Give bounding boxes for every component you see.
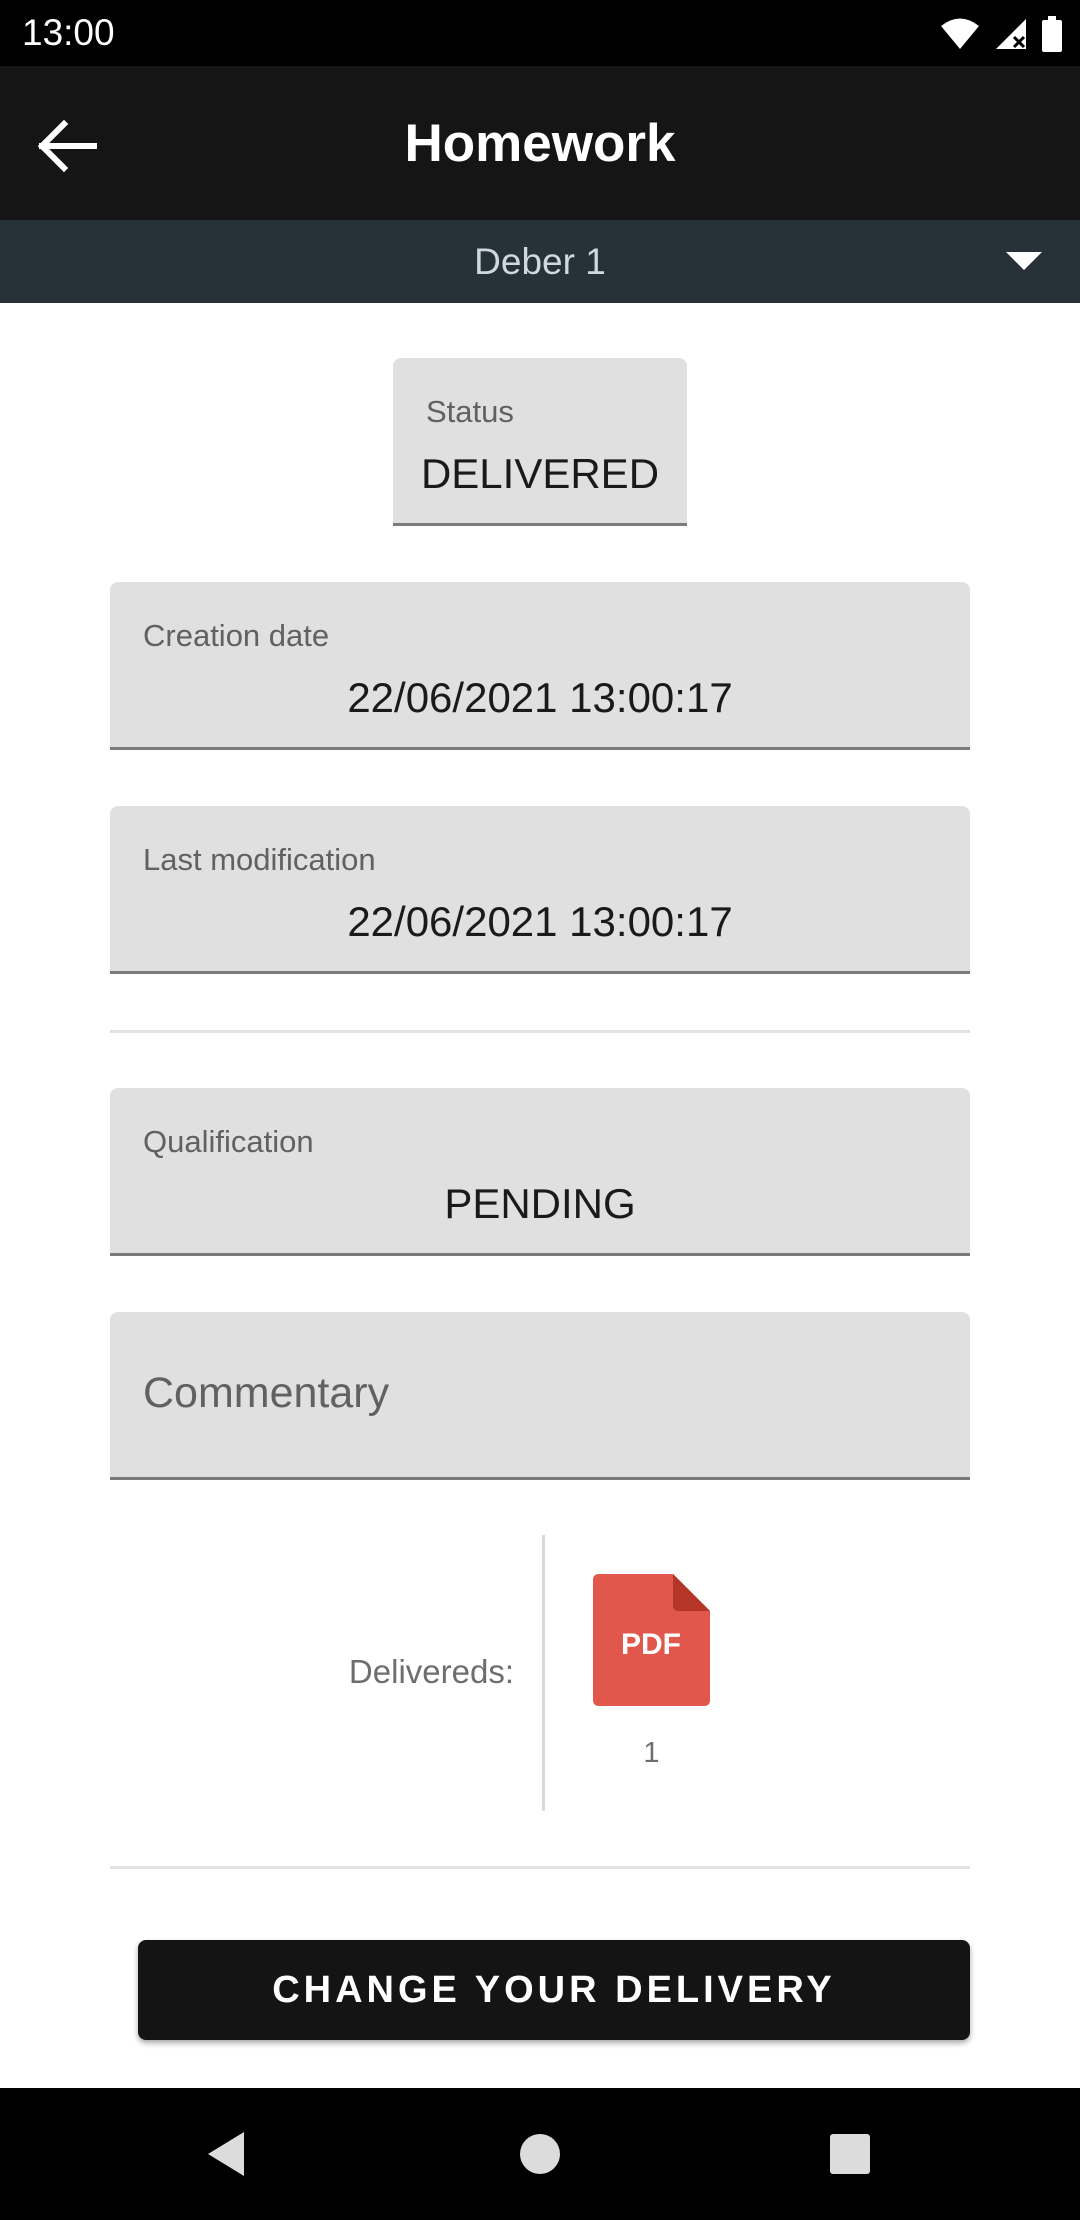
page-title: Homework bbox=[404, 114, 676, 173]
nav-back-button[interactable] bbox=[190, 2118, 262, 2190]
change-delivery-button[interactable]: CHANGE YOUR DELIVERY bbox=[138, 1940, 970, 2040]
status-time: 13:00 bbox=[22, 12, 115, 53]
delivered-label: Delivereds: bbox=[348, 1653, 514, 1690]
status-label: Status bbox=[426, 394, 514, 429]
nav-recents-button[interactable] bbox=[814, 2118, 886, 2190]
vertical-divider bbox=[542, 1535, 545, 1811]
system-nav-bar bbox=[0, 2088, 1080, 2220]
last-modification-label: Last modification bbox=[143, 842, 376, 877]
qualification-value: PENDING bbox=[444, 1180, 636, 1227]
qualification-field: Qualification PENDING bbox=[110, 1088, 970, 1256]
divider bbox=[110, 1866, 970, 1869]
status-icons bbox=[940, 14, 1062, 54]
creation-date-label: Creation date bbox=[143, 618, 330, 653]
status-bar: 13:00 bbox=[0, 0, 1080, 66]
qualification-label: Qualification bbox=[143, 1124, 314, 1159]
selector-value: Deber 1 bbox=[474, 241, 606, 282]
app-bar: Homework bbox=[0, 66, 1080, 220]
pdf-type-label: PDF bbox=[621, 1628, 681, 1661]
home-circle-icon bbox=[520, 2134, 560, 2174]
recents-square-icon bbox=[830, 2134, 870, 2174]
signal-icon bbox=[996, 19, 1026, 49]
commentary-placeholder: Commentary bbox=[143, 1369, 390, 1417]
nav-home-button[interactable] bbox=[504, 2118, 576, 2190]
pdf-file-number: 1 bbox=[643, 1737, 660, 1769]
back-triangle-icon bbox=[208, 2132, 244, 2176]
commentary-field[interactable]: Commentary bbox=[110, 1312, 970, 1480]
wifi-icon bbox=[941, 18, 979, 49]
pdf-file-icon[interactable]: PDF bbox=[593, 1574, 710, 1706]
last-modification-field: Last modification 22/06/2021 13:00:17 bbox=[110, 806, 970, 974]
status-value: DELIVERED bbox=[420, 450, 660, 497]
last-modification-value: 22/06/2021 13:00:17 bbox=[347, 898, 733, 945]
creation-date-field: Creation date 22/06/2021 13:00:17 bbox=[110, 582, 970, 750]
homework-selector[interactable]: Deber 1 bbox=[0, 220, 1080, 303]
battery-icon bbox=[1042, 16, 1062, 52]
divider bbox=[110, 1030, 970, 1033]
caret-down-icon bbox=[1006, 252, 1042, 270]
status-field: Status DELIVERED bbox=[393, 358, 687, 526]
creation-date-value: 22/06/2021 13:00:17 bbox=[347, 674, 733, 721]
